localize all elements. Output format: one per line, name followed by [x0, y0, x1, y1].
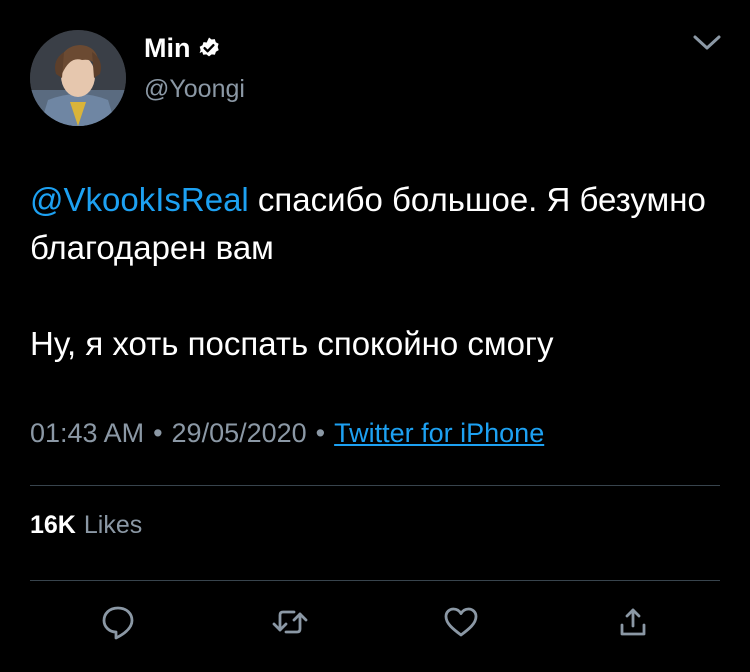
heart-icon	[444, 607, 478, 637]
avatar[interactable]	[30, 30, 126, 126]
meta-separator: •	[315, 418, 326, 448]
divider	[30, 485, 720, 486]
tweet-text: @VkookIsReal спасибо большое. Я безумно …	[30, 176, 720, 368]
chevron-down-icon	[693, 35, 721, 50]
reply-icon	[102, 606, 134, 640]
display-name-text: Min	[144, 33, 191, 63]
reply-button[interactable]	[96, 600, 140, 644]
more-options-button[interactable]	[692, 32, 722, 54]
like-button[interactable]	[439, 600, 483, 644]
tweet-paragraph-1: @VkookIsReal спасибо большое. Я безумно …	[30, 176, 720, 272]
retweet-button[interactable]	[268, 600, 312, 644]
action-bar	[0, 600, 750, 650]
mention-link[interactable]: @VkookIsReal	[30, 181, 249, 218]
tweet-paragraph-2: Ну, я хоть поспать спокойно смогу	[30, 325, 554, 362]
meta-separator: •	[153, 418, 163, 448]
tweet-meta: 01:43 AM • 29/05/2020 • Twitter for iPhone	[30, 413, 544, 453]
source-link[interactable]: Twitter for iPhone	[334, 418, 544, 448]
likes-label: Likes	[83, 511, 143, 539]
tweet-time: 01:43 AM	[30, 418, 145, 448]
share-button[interactable]	[611, 600, 655, 644]
retweet-icon	[272, 610, 308, 634]
tweet-date: 29/05/2020	[171, 418, 307, 448]
divider	[30, 580, 720, 581]
profile-photo-icon	[30, 30, 126, 126]
verified-badge-icon	[199, 37, 219, 57]
likes-stat[interactable]: 16K Likes	[30, 506, 142, 544]
share-icon	[620, 608, 646, 636]
user-handle[interactable]: @Yoongi	[144, 72, 245, 106]
likes-count: 16K	[30, 511, 76, 539]
display-name[interactable]: Min	[144, 30, 221, 66]
